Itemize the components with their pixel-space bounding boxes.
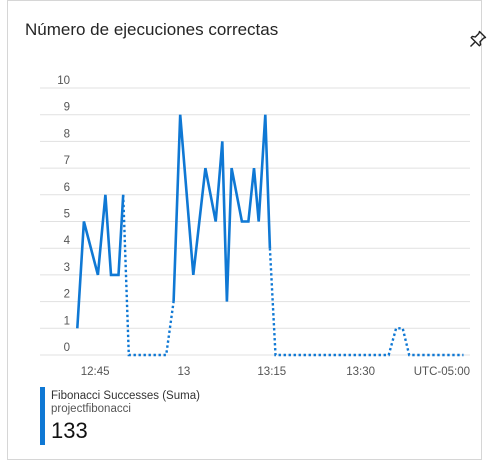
y-tick-label: 5: [64, 209, 70, 221]
x-tick-label: 13:30: [346, 366, 375, 378]
legend-item[interactable]: Fibonacci Successes (Suma) projectfibona…: [40, 387, 200, 445]
legend-resource-name: projectfibonacci: [51, 403, 131, 415]
y-tick-label: 10: [57, 75, 70, 87]
y-tick-label: 0: [64, 342, 70, 354]
y-tick-label: 7: [64, 155, 70, 167]
x-tick-label-timezone: UTC-05:00: [414, 366, 470, 378]
y-tick-label: 1: [64, 315, 70, 327]
x-tick-label: 13:15: [257, 366, 286, 378]
series-line: [76, 194, 125, 329]
series-line: [172, 114, 272, 302]
x-tick-label: 12:45: [81, 366, 110, 378]
y-tick-label: 2: [64, 289, 70, 301]
y-tick-label: 8: [64, 128, 70, 140]
y-tick-label: 9: [64, 102, 70, 114]
legend-series-name: Fibonacci Successes (Suma): [51, 390, 200, 402]
legend-total-value: 133: [51, 418, 88, 443]
x-tick-label: 13: [178, 366, 191, 378]
y-tick-label: 6: [64, 182, 70, 194]
y-tick-label: 3: [64, 262, 70, 274]
y-tick-label: 4: [64, 235, 71, 247]
